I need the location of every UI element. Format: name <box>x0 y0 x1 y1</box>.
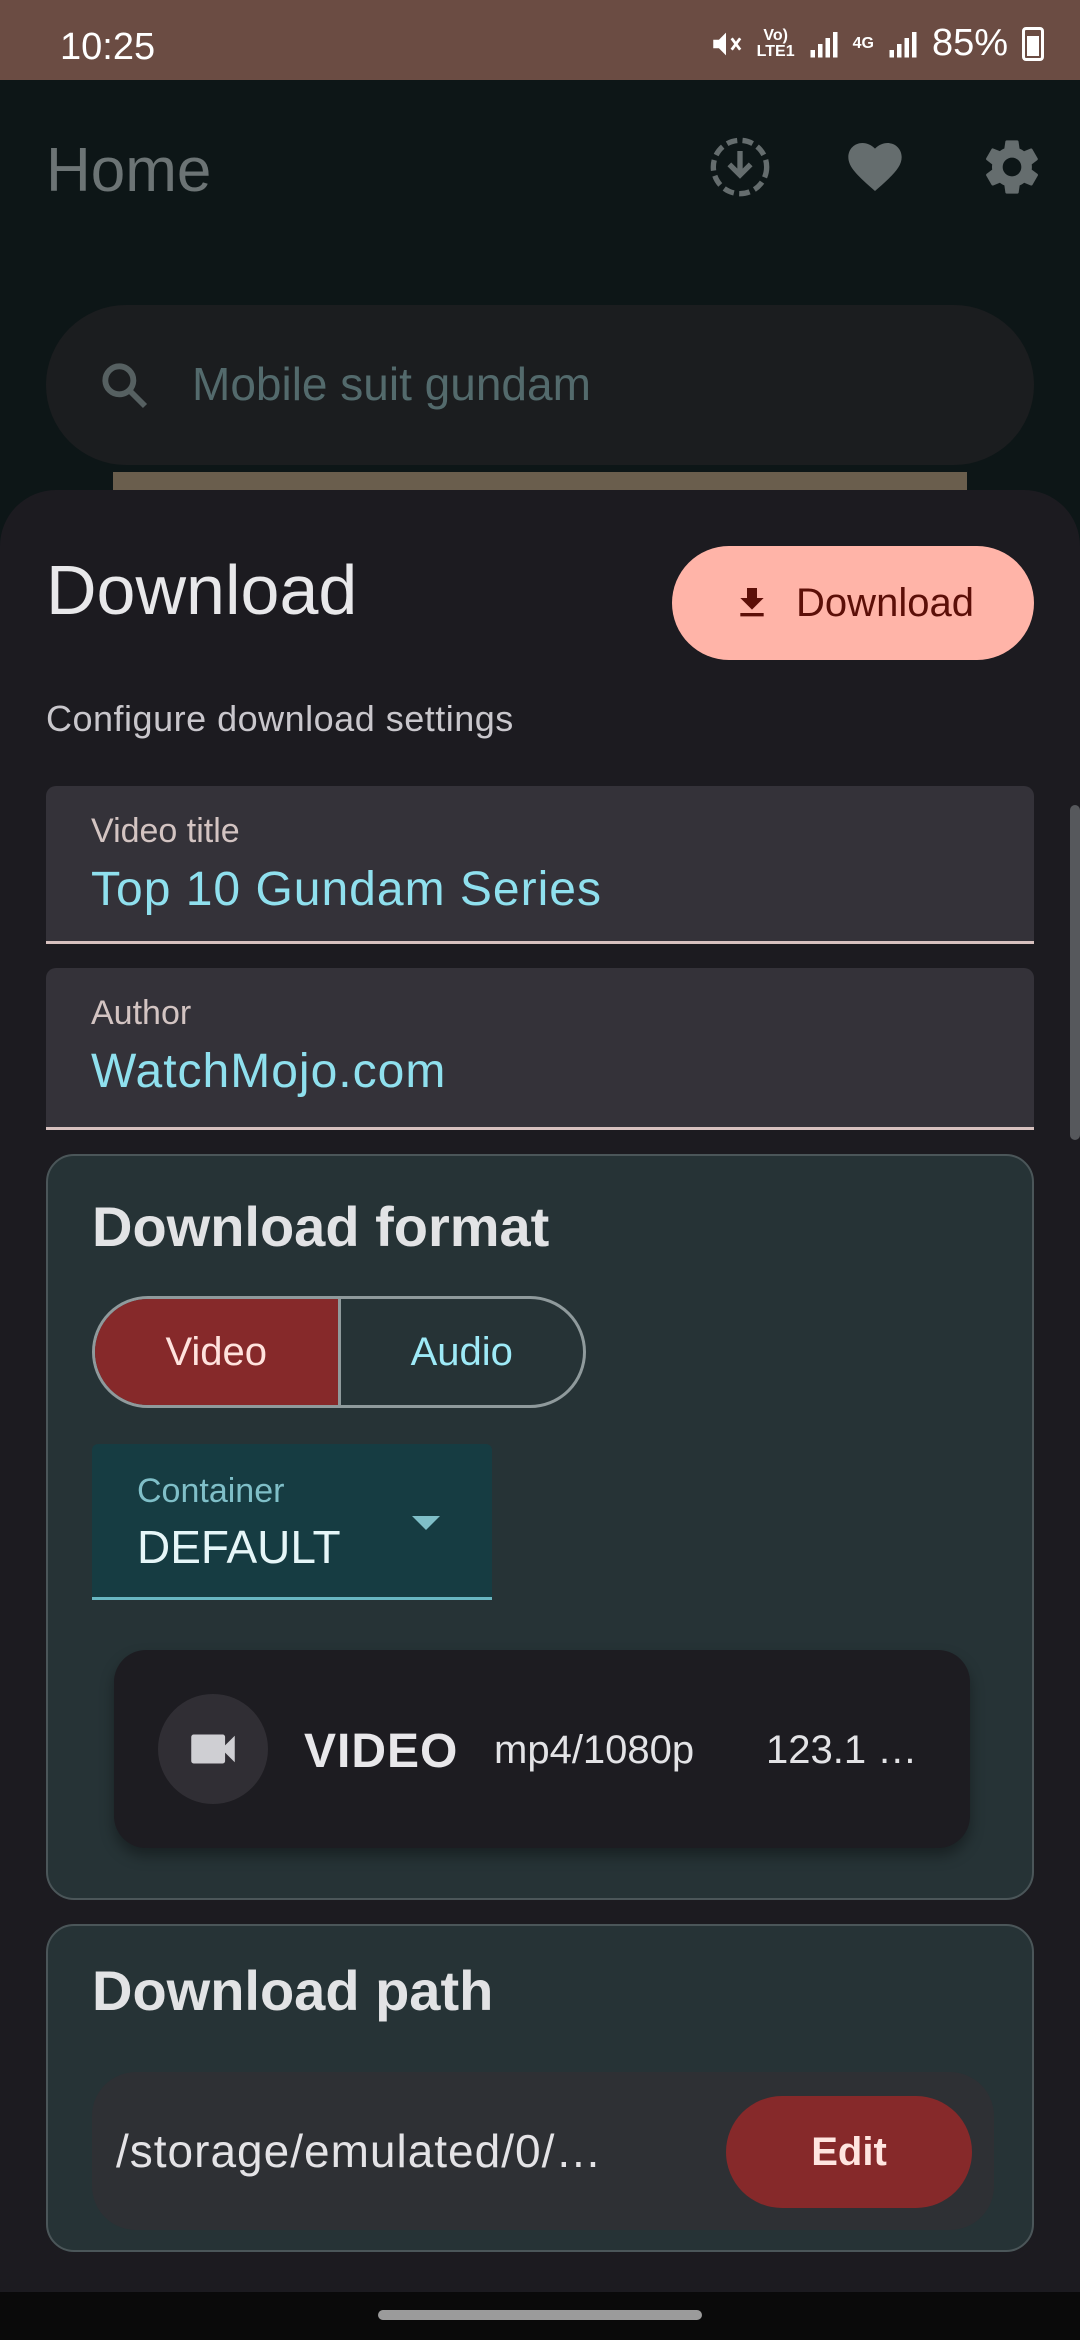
container-label: Container <box>137 1472 285 1510</box>
volte-indicator: Vo) LTE1 <box>756 26 795 60</box>
mute-icon <box>712 32 741 55</box>
stream-spec: mp4/1080p <box>494 1728 695 1772</box>
status-bar: 10:25 Vo) LTE1 4G 85% <box>0 0 1080 80</box>
downloads-icon[interactable] <box>708 135 772 199</box>
format-segmented-button: Video Audio <box>92 1296 586 1408</box>
battery-icon <box>1022 26 1044 61</box>
video-title-field[interactable]: Video title Top 10 Gundam Series <box>46 786 1034 944</box>
scrollbar[interactable] <box>1070 805 1080 1140</box>
download-format-card: Download format Video Audio Container DE… <box>46 1154 1034 1900</box>
stream-format-item[interactable]: VIDEO mp4/1080p 123.1 … <box>114 1650 970 1848</box>
stream-size: 123.1 … <box>766 1728 918 1772</box>
path-field: /storage/emulated/0/… Edit <box>92 2072 994 2230</box>
signal-icon <box>810 31 838 57</box>
download-path-title: Download path <box>92 1959 494 2022</box>
download-icon <box>740 588 764 617</box>
search-icon <box>102 363 148 409</box>
video-title-label: Video title <box>91 812 240 850</box>
stream-type: VIDEO <box>304 1725 459 1778</box>
battery-percent: 85% <box>931 22 1008 64</box>
format-option-audio[interactable]: Audio <box>341 1299 584 1405</box>
sheet-title: Download <box>46 551 358 629</box>
status-icons: Vo) LTE1 4G 85% <box>709 22 1044 65</box>
download-path-value: /storage/emulated/0/… <box>116 2125 603 2177</box>
author-value[interactable]: WatchMojo.com <box>91 1044 446 1099</box>
edit-path-button[interactable]: Edit <box>726 2096 972 2208</box>
author-field[interactable]: Author WatchMojo.com <box>46 968 1034 1130</box>
video-camera-icon <box>158 1694 268 1804</box>
navigation-bar <box>0 2292 1080 2340</box>
video-title-value[interactable]: Top 10 Gundam Series <box>91 862 602 917</box>
search-input[interactable]: Mobile suit gundam <box>192 357 591 411</box>
status-time: 10:25 <box>60 26 156 68</box>
download-sheet: Download Download Configure download set… <box>0 490 1080 2340</box>
home-gesture-handle[interactable] <box>378 2310 702 2320</box>
search-bar[interactable]: Mobile suit gundam <box>46 305 1034 465</box>
settings-gear-icon[interactable] <box>980 135 1044 199</box>
author-label: Author <box>91 994 192 1032</box>
download-button-label: Download <box>796 580 974 625</box>
dropdown-arrow-icon <box>412 1516 440 1530</box>
download-button[interactable]: Download <box>672 546 1034 660</box>
favorites-heart-icon[interactable] <box>843 135 907 199</box>
download-path-card: Download path /storage/emulated/0/… Edit <box>46 1924 1034 2252</box>
format-option-video[interactable]: Video <box>95 1299 341 1405</box>
container-value: DEFAULT <box>137 1521 341 1573</box>
network-4g-indicator: 4G <box>852 34 874 52</box>
sheet-subtitle: Configure download settings <box>46 698 514 739</box>
download-format-title: Download format <box>92 1195 550 1258</box>
page-title: Home <box>46 136 212 205</box>
container-dropdown[interactable]: Container DEFAULT <box>92 1444 492 1600</box>
signal-icon-2 <box>889 31 917 57</box>
